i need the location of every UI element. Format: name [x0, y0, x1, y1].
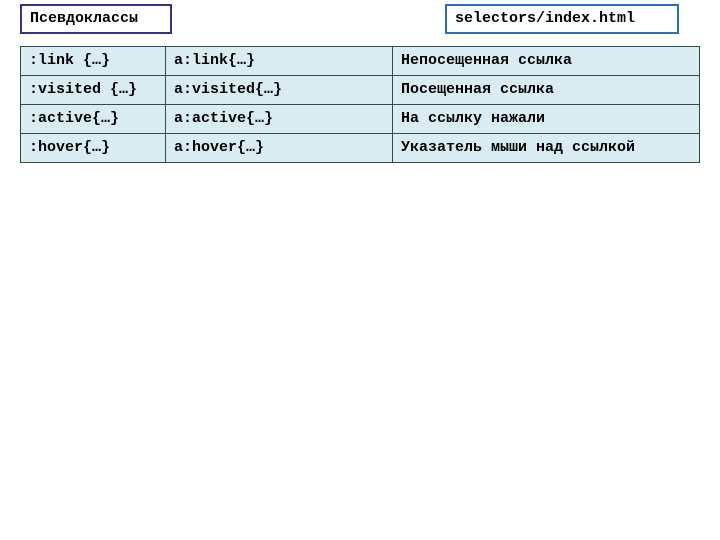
cell-description: Указатель мыши над ссылкой	[393, 134, 700, 163]
cell-description: Посещенная ссылка	[393, 76, 700, 105]
cell-example: a:link{…}	[166, 47, 393, 76]
cell-selector: :hover{…}	[21, 134, 166, 163]
table-row: :hover{…} a:hover{…} Указатель мыши над …	[21, 134, 700, 163]
pseudoclass-table: :link {…} a:link{…} Непосещенная ссылка …	[20, 46, 700, 163]
cell-description: Непосещенная ссылка	[393, 47, 700, 76]
pseudoclass-table-wrap: :link {…} a:link{…} Непосещенная ссылка …	[20, 46, 700, 163]
table-row: :link {…} a:link{…} Непосещенная ссылка	[21, 47, 700, 76]
cell-example: a:visited{…}	[166, 76, 393, 105]
cell-example: a:active{…}	[166, 105, 393, 134]
table-row: :active{…} a:active{…} На ссылку нажали	[21, 105, 700, 134]
cell-selector: :link {…}	[21, 47, 166, 76]
cell-selector: :active{…}	[21, 105, 166, 134]
slide-title: Псевдоклассы	[20, 4, 172, 34]
cell-example: a:hover{…}	[166, 134, 393, 163]
table-row: :visited {…} a:visited{…} Посещенная ссы…	[21, 76, 700, 105]
cell-description: На ссылку нажали	[393, 105, 700, 134]
cell-selector: :visited {…}	[21, 76, 166, 105]
file-path-label: selectors/index.html	[445, 4, 679, 34]
